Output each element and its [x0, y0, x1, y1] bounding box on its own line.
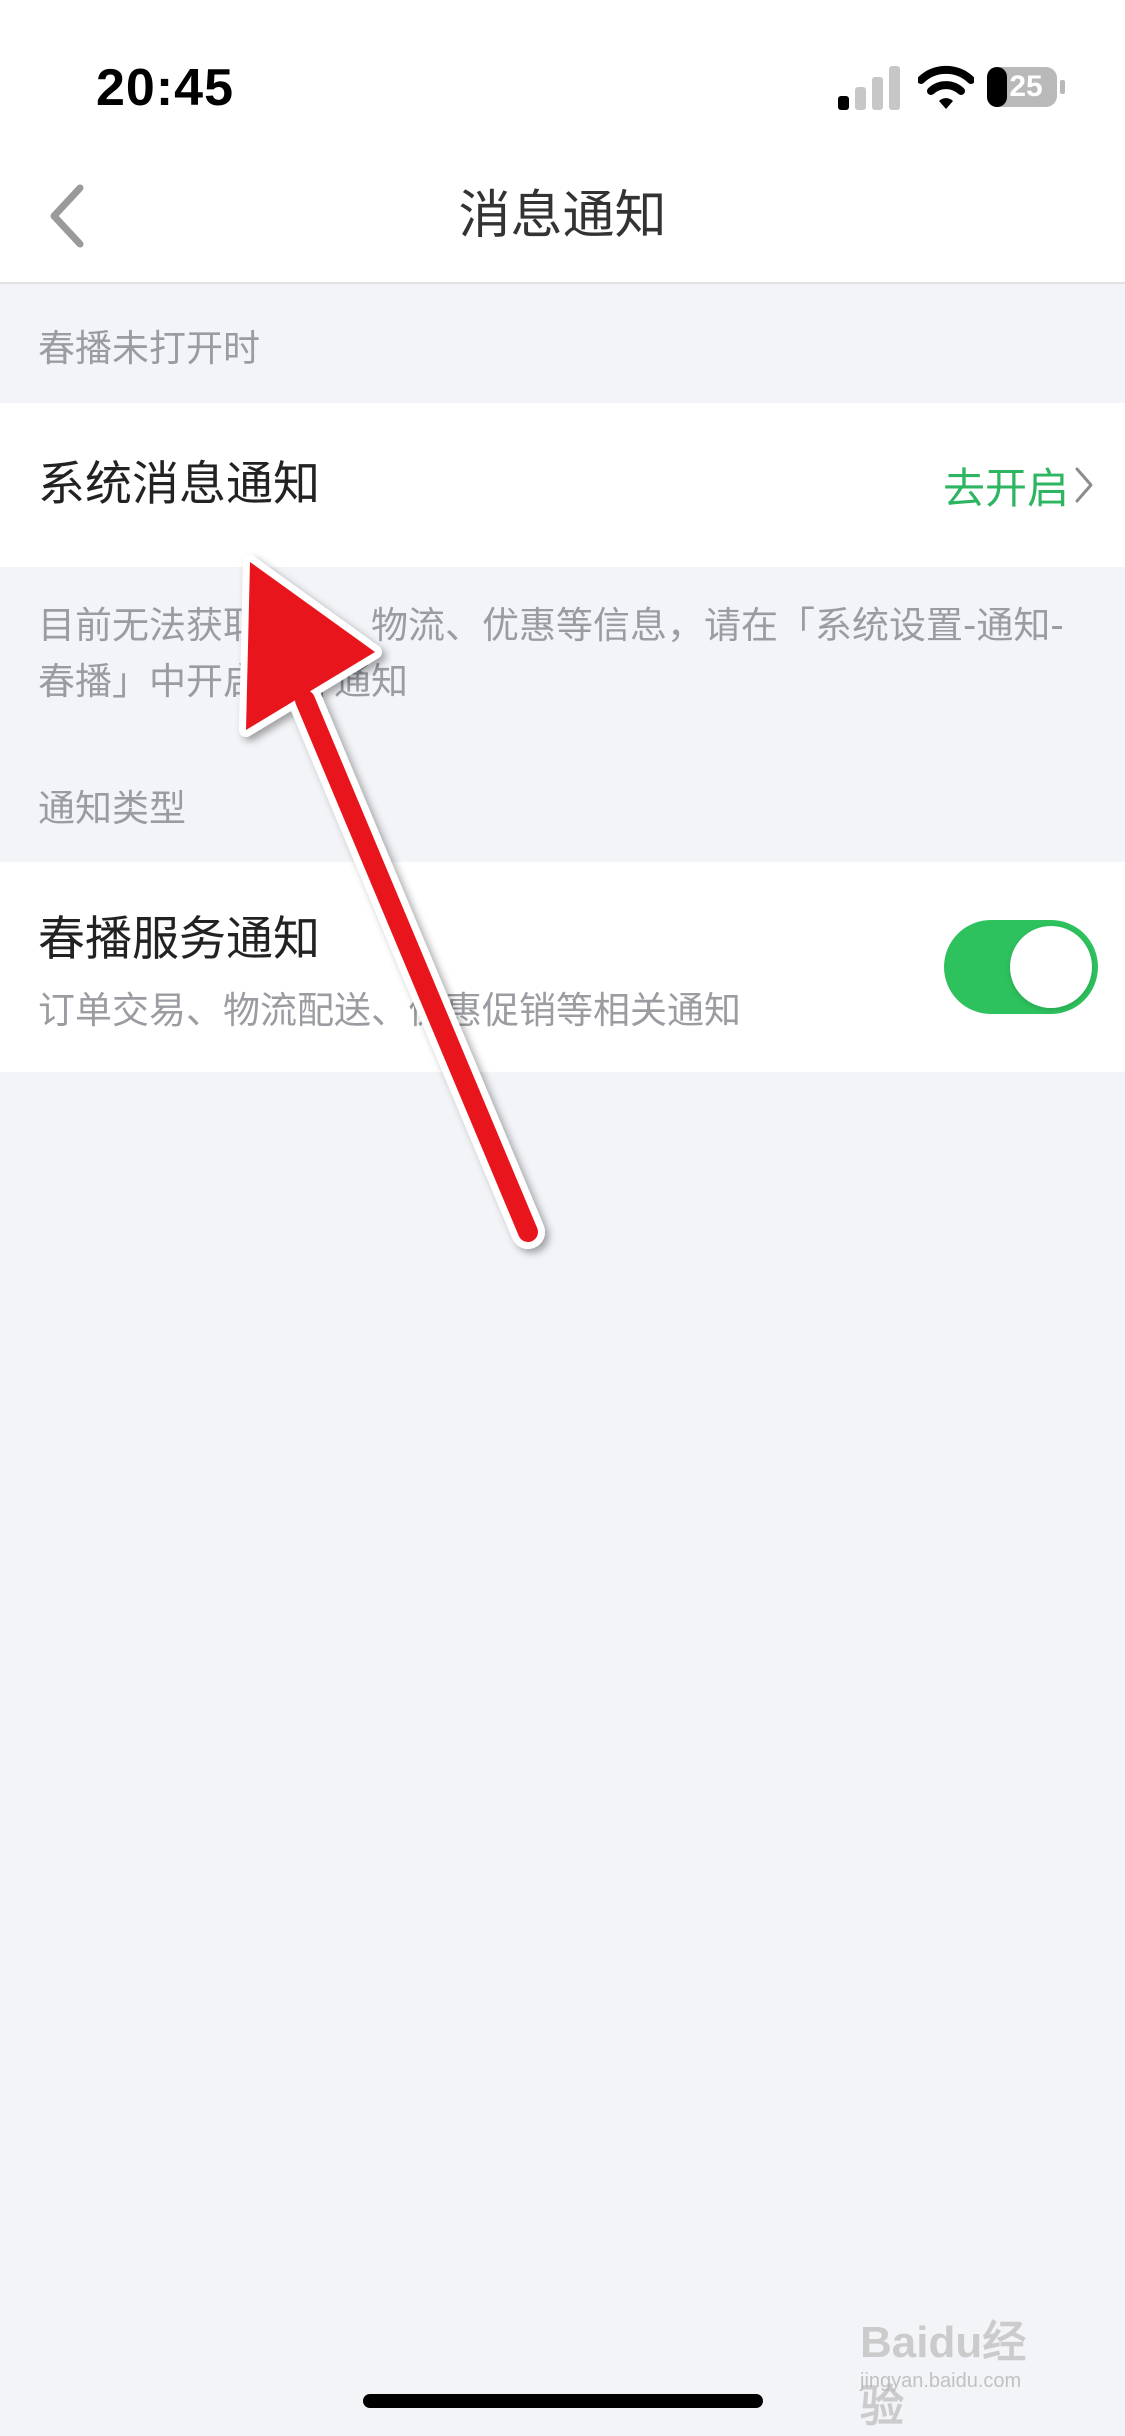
chevron-left-icon [50, 184, 84, 248]
status-bar: 20:45 25 [0, 0, 1125, 150]
service-notification-cell: 春播服务通知 订单交易、物流配送、优惠促销等相关通知 [0, 862, 1125, 1072]
nav-bar: 消息通知 [0, 150, 1125, 284]
service-notification-subtitle: 订单交易、物流配送、优惠促销等相关通知 [38, 989, 741, 1032]
battery-level: 25 [1009, 70, 1043, 103]
section-header-when-closed: 春播未打开时 [38, 327, 260, 370]
notification-description: 目前无法获取订单、物流、优惠等信息，请在「系统设置-通知-春播」中开启允许通知 [38, 604, 1064, 703]
enable-notification-button[interactable]: 去开启 [943, 403, 1095, 567]
section-header-notification-type: 通知类型 [38, 787, 186, 830]
service-notification-toggle[interactable] [944, 920, 1098, 1014]
cellular-signal-icon [838, 66, 900, 110]
service-notification-title: 春播服务通知 [38, 912, 320, 967]
back-button[interactable] [40, 174, 100, 258]
toggle-knob [1010, 926, 1092, 1008]
system-notification-title: 系统消息通知 [38, 457, 320, 512]
chevron-right-icon [1075, 467, 1093, 503]
home-indicator[interactable] [363, 2394, 763, 2408]
system-notification-cell[interactable]: 系统消息通知 去开启 [0, 403, 1125, 567]
battery-icon: 25 [986, 66, 1066, 108]
wifi-icon [918, 65, 974, 109]
watermark-url: jingyan.baidu.com [860, 2370, 1022, 2392]
watermark: Baidu经验 jingyan.baidu.com [860, 2306, 1070, 2431]
page-title: 消息通知 [458, 186, 667, 246]
enable-notification-label: 去开启 [942, 463, 1069, 513]
status-time: 20:45 [96, 59, 234, 117]
